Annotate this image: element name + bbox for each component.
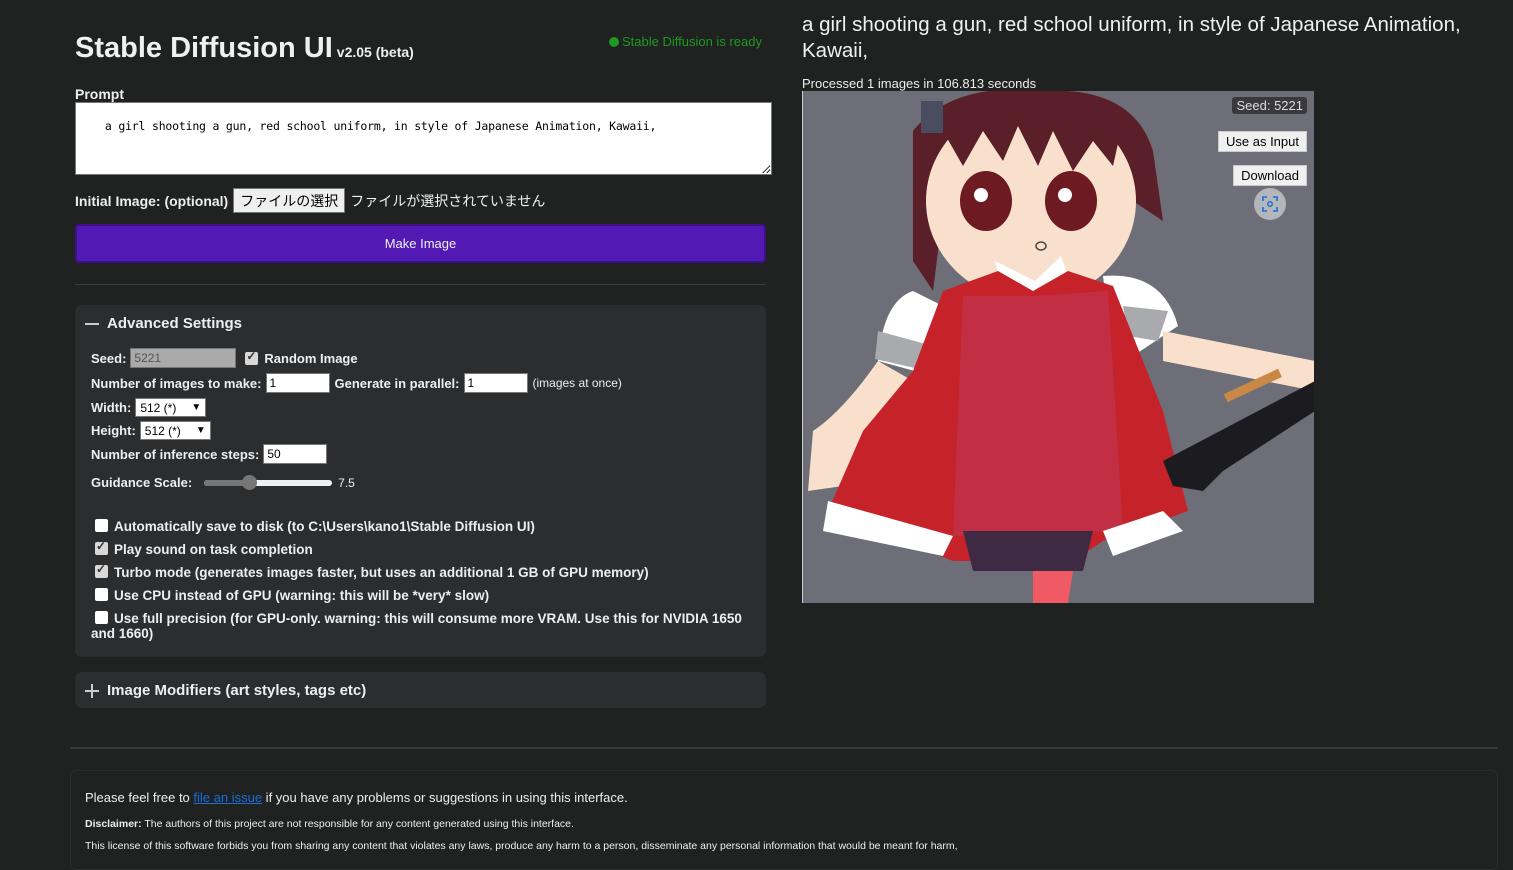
footer: Please feel free to file an issue if you…: [70, 770, 1498, 870]
steps-input[interactable]: [263, 444, 328, 464]
footer-text: if you have any problems or suggestions …: [262, 790, 628, 805]
steps-label: Number of inference steps:: [91, 446, 260, 462]
generated-image: Seed: 5221 Use as Input Download: [802, 91, 1314, 603]
num-images-row: Number of images to make: Generate in pa…: [91, 373, 622, 393]
width-label: Width:: [91, 400, 132, 415]
advanced-settings-toggle[interactable]: Advanced Settings: [85, 315, 242, 332]
option-auto-save: Automatically save to disk (to C:\Users\…: [91, 519, 751, 534]
footer-feedback: Please feel free to file an issue if you…: [85, 790, 628, 805]
status-dot-icon: [609, 37, 619, 47]
prompt-text: a girl shooting a gun, red school unifor…: [104, 119, 657, 133]
random-image-checkbox[interactable]: [245, 349, 259, 365]
image-modifiers-panel: Image Modifiers (art styles, tags etc): [75, 672, 766, 708]
make-image-button[interactable]: Make Image: [75, 224, 766, 263]
full-precision-checkbox[interactable]: [95, 611, 108, 624]
height-label: Height:: [91, 423, 136, 438]
parallel-input[interactable]: [463, 373, 528, 393]
initial-image-row: Initial Image: (optional) ファイルの選択 ファイルが選…: [75, 188, 545, 213]
advanced-settings-title: Advanced Settings: [107, 315, 243, 332]
advanced-settings-panel: Advanced Settings Seed: Random Image Num…: [75, 305, 766, 657]
processed-text: Processed 1 images in 106.813 seconds: [802, 76, 1037, 91]
output-prompt: a girl shooting a gun, red school unifor…: [802, 13, 1461, 62]
play-sound-checkbox[interactable]: [95, 539, 108, 555]
num-images-input[interactable]: [265, 373, 330, 393]
resize-handle-icon[interactable]: [762, 165, 770, 173]
prompt-input[interactable]: a girl shooting a gun, red school unifor…: [75, 102, 772, 175]
guidance-slider[interactable]: [204, 474, 333, 490]
turbo-mode-checkbox[interactable]: [95, 562, 108, 578]
footer-text: Please feel free to: [85, 790, 194, 805]
width-select[interactable]: 512 (*) ▼: [135, 398, 207, 417]
option-turbo-mode: Turbo mode (generates images faster, but…: [91, 562, 751, 580]
guidance-row: Guidance Scale: 7.5: [91, 474, 355, 490]
app-title: Stable Diffusion UI: [75, 32, 333, 64]
chevron-down-icon: ▼: [195, 425, 206, 436]
image-modifiers-toggle[interactable]: Image Modifiers (art styles, tags etc): [85, 682, 366, 699]
option-label: Play sound on task completion: [114, 542, 313, 557]
option-label: Turbo mode (generates images faster, but…: [114, 565, 649, 580]
auto-save-checkbox[interactable]: [95, 519, 108, 532]
scan-icon: [1262, 196, 1278, 212]
status-text: Stable Diffusion is ready: [622, 34, 762, 49]
no-file-text: ファイルが選択されていません: [350, 193, 546, 210]
initial-image-label: Initial Image: (optional): [75, 192, 229, 209]
status-indicator: Stable Diffusion is ready: [609, 34, 762, 49]
prompt-label: Prompt: [75, 86, 124, 102]
option-use-cpu: Use CPU instead of GPU (warning: this wi…: [91, 588, 751, 603]
guidance-value: 7.5: [338, 475, 355, 490]
option-label: Use CPU instead of GPU (warning: this wi…: [114, 588, 490, 603]
chevron-down-icon: ▼: [191, 402, 202, 413]
file-issue-link[interactable]: file an issue: [193, 790, 262, 805]
option-label: Automatically save to disk (to C:\Users\…: [114, 519, 535, 534]
choose-file-button[interactable]: ファイルの選択: [233, 188, 346, 213]
slider-thumb[interactable]: [241, 474, 257, 490]
height-value: 512 (*): [144, 423, 181, 438]
expand-plus-icon: [85, 683, 99, 698]
random-image-label: Random Image: [264, 350, 358, 366]
footer-divider: [70, 747, 1498, 749]
height-row: Height: 512 (*) ▼: [91, 421, 211, 440]
parallel-note: (images at once): [532, 376, 622, 390]
parallel-label: Generate in parallel:: [334, 375, 460, 391]
download-button[interactable]: Download: [1233, 165, 1307, 186]
height-select[interactable]: 512 (*) ▼: [139, 421, 211, 440]
seed-input[interactable]: [130, 348, 237, 368]
use-as-input-button[interactable]: Use as Input: [1218, 131, 1307, 152]
seed-badge: Seed: 5221: [1232, 97, 1307, 114]
seed-label: Seed:: [91, 350, 127, 366]
divider: [75, 284, 766, 285]
collapse-minus-icon: [85, 322, 99, 325]
option-label: Use full precision (for GPU-only. warnin…: [91, 611, 742, 641]
width-row: Width: 512 (*) ▼: [91, 398, 207, 417]
seed-row: Seed: Random Image: [91, 348, 358, 368]
use-cpu-checkbox[interactable]: [95, 588, 108, 601]
visual-search-lens-icon[interactable]: [1254, 188, 1286, 220]
app-version: v2.05 (beta): [336, 44, 414, 60]
option-full-precision: Use full precision (for GPU-only. warnin…: [91, 611, 751, 641]
guidance-label: Guidance Scale:: [91, 475, 193, 490]
disclaimer-label: Disclaimer:: [85, 818, 142, 830]
footer-license: This license of this software forbids yo…: [85, 840, 958, 852]
option-play-sound: Play sound on task completion: [91, 539, 751, 557]
steps-row: Number of inference steps:: [91, 444, 328, 464]
num-images-label: Number of images to make:: [91, 375, 262, 391]
disclaimer-text: The authors of this project are not resp…: [141, 818, 574, 830]
app-header: Stable Diffusion UI v2.05 (beta): [75, 32, 414, 65]
image-modifiers-title: Image Modifiers (art styles, tags etc): [107, 682, 367, 699]
footer-disclaimer: Disclaimer: The authors of this project …: [85, 818, 574, 830]
width-value: 512 (*): [140, 400, 177, 415]
